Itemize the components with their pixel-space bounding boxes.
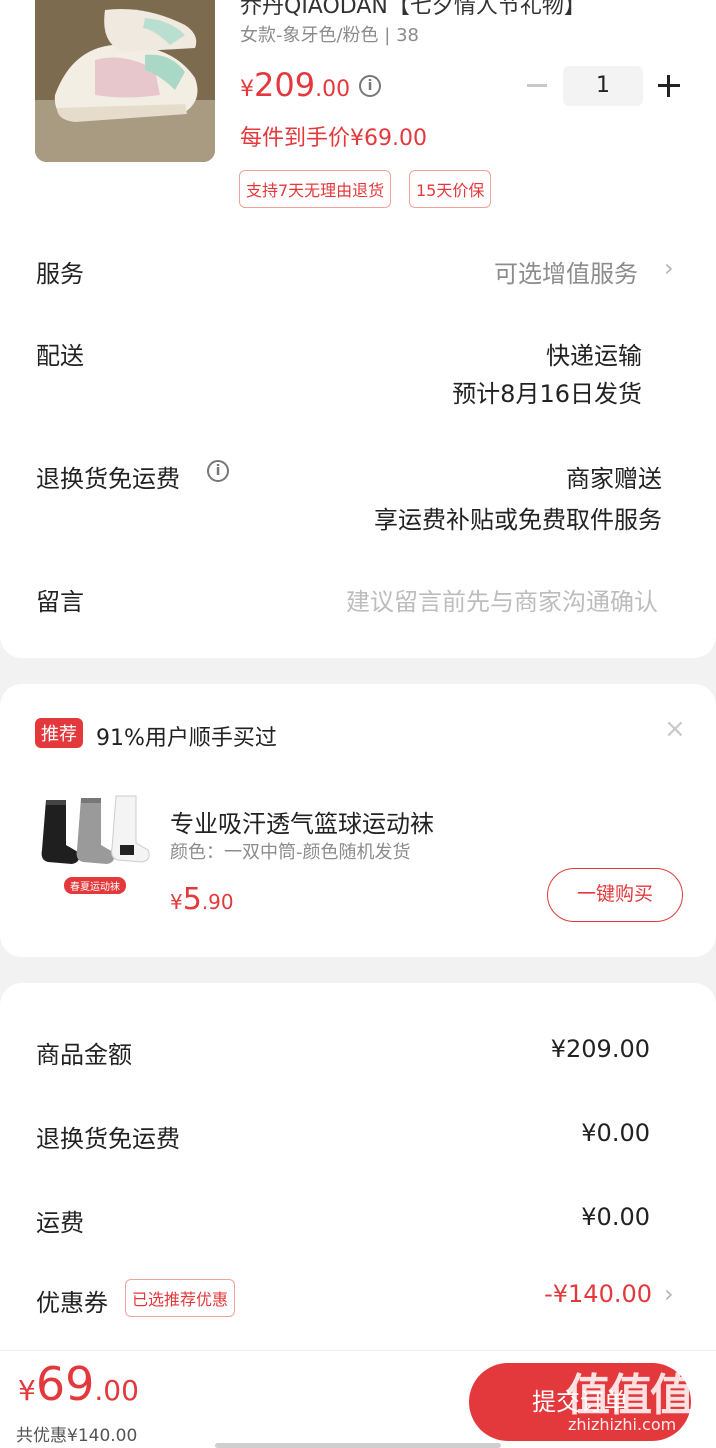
checkout-bar: ¥69.00 共优惠¥140.00 提交订单 值值值 zhizhizhi.com <box>0 1350 716 1448</box>
delivery-method[interactable]: 快递运输 <box>546 336 642 371</box>
recommend-card: 推荐 91%用户顺手买过 × 春夏运动袜 专业吸汗透气篮球运动袜 颜色：一双中筒… <box>0 684 716 957</box>
quick-buy-button[interactable]: 一键购买 <box>547 868 683 922</box>
recommend-headline: 91%用户顺手买过 <box>96 726 277 751</box>
price-summary-card: 商品金额 ¥209.00 退换货免运费 ¥0.00 运费 ¥0.00 优惠券 已… <box>0 983 716 1363</box>
goods-amount-value: ¥209.00 <box>550 1035 650 1063</box>
shipping-fee-value: ¥0.00 <box>581 1203 650 1231</box>
return-fee-label: 退换货免运费 <box>36 1125 180 1153</box>
tag-return-7days[interactable]: 支持7天无理由退货 <box>239 170 392 208</box>
product-price: ¥209.00 <box>240 66 351 104</box>
return-shipping-value: 商家赠送 <box>566 465 662 493</box>
info-icon[interactable]: i <box>359 75 381 97</box>
plus-icon[interactable] <box>658 75 680 97</box>
message-input[interactable]: 建议留言前先与商家沟通确认 <box>346 582 658 617</box>
minus-icon[interactable] <box>527 84 547 87</box>
coupon-value[interactable]: -¥140.00 <box>544 1280 652 1308</box>
per-item-price: 每件到手价¥69.00 <box>240 126 427 151</box>
watermark-logo: 值值值 <box>566 1370 694 1421</box>
recommend-badge: 推荐 <box>35 718 83 748</box>
message-label: 留言 <box>36 588 84 616</box>
recommend-item-price: ¥5.90 <box>170 882 234 917</box>
coupon-chevron-icon[interactable]: › <box>664 1280 674 1308</box>
goods-amount-label: 商品金额 <box>36 1041 132 1069</box>
total-price: ¥69.00 <box>18 1357 139 1411</box>
return-fee-value: ¥0.00 <box>581 1119 650 1147</box>
total-discount: 共优惠¥140.00 <box>16 1426 138 1446</box>
shipping-fee-label: 运费 <box>36 1209 84 1237</box>
coupon-label: 优惠券 <box>36 1289 108 1317</box>
delivery-date: 预计8月16日发货 <box>452 380 642 408</box>
home-indicator <box>215 1443 501 1448</box>
return-shipping-label: 退换货免运费 <box>36 465 180 493</box>
recommend-item-name[interactable]: 专业吸汗透气篮球运动袜 <box>170 804 434 839</box>
product-variant[interactable]: 女款-象牙色/粉色 | 38 <box>240 21 419 47</box>
return-shipping-detail: 享运费补贴或免费取件服务 <box>374 506 662 534</box>
service-label: 服务 <box>36 260 84 288</box>
quantity-stepper[interactable]: 1 <box>563 66 643 106</box>
order-item-card: 乔丹QIAODAN【七夕情人节礼物】 女款-象牙色/粉色 | 38 ¥209.0… <box>0 0 716 658</box>
watermark-url: zhizhizhi.com <box>568 1415 677 1434</box>
return-info-icon[interactable]: i <box>207 460 229 482</box>
tag-price-protect[interactable]: 15天价保 <box>409 170 492 208</box>
service-value[interactable]: 可选增值服务 <box>494 254 638 289</box>
product-image[interactable] <box>35 0 215 162</box>
close-icon[interactable]: × <box>664 714 686 744</box>
service-chevron-icon[interactable]: › <box>664 254 674 282</box>
delivery-label: 配送 <box>36 342 84 370</box>
product-title: 乔丹QIAODAN【七夕情人节礼物】 <box>240 0 586 19</box>
coupon-tag[interactable]: 已选推荐优惠 <box>125 1279 236 1317</box>
recommend-item-image[interactable]: 春夏运动袜 <box>36 790 156 910</box>
recommend-item-spec: 颜色：一双中筒-颜色随机发货 <box>170 842 411 863</box>
recommend-image-caption: 春夏运动袜 <box>64 877 126 894</box>
